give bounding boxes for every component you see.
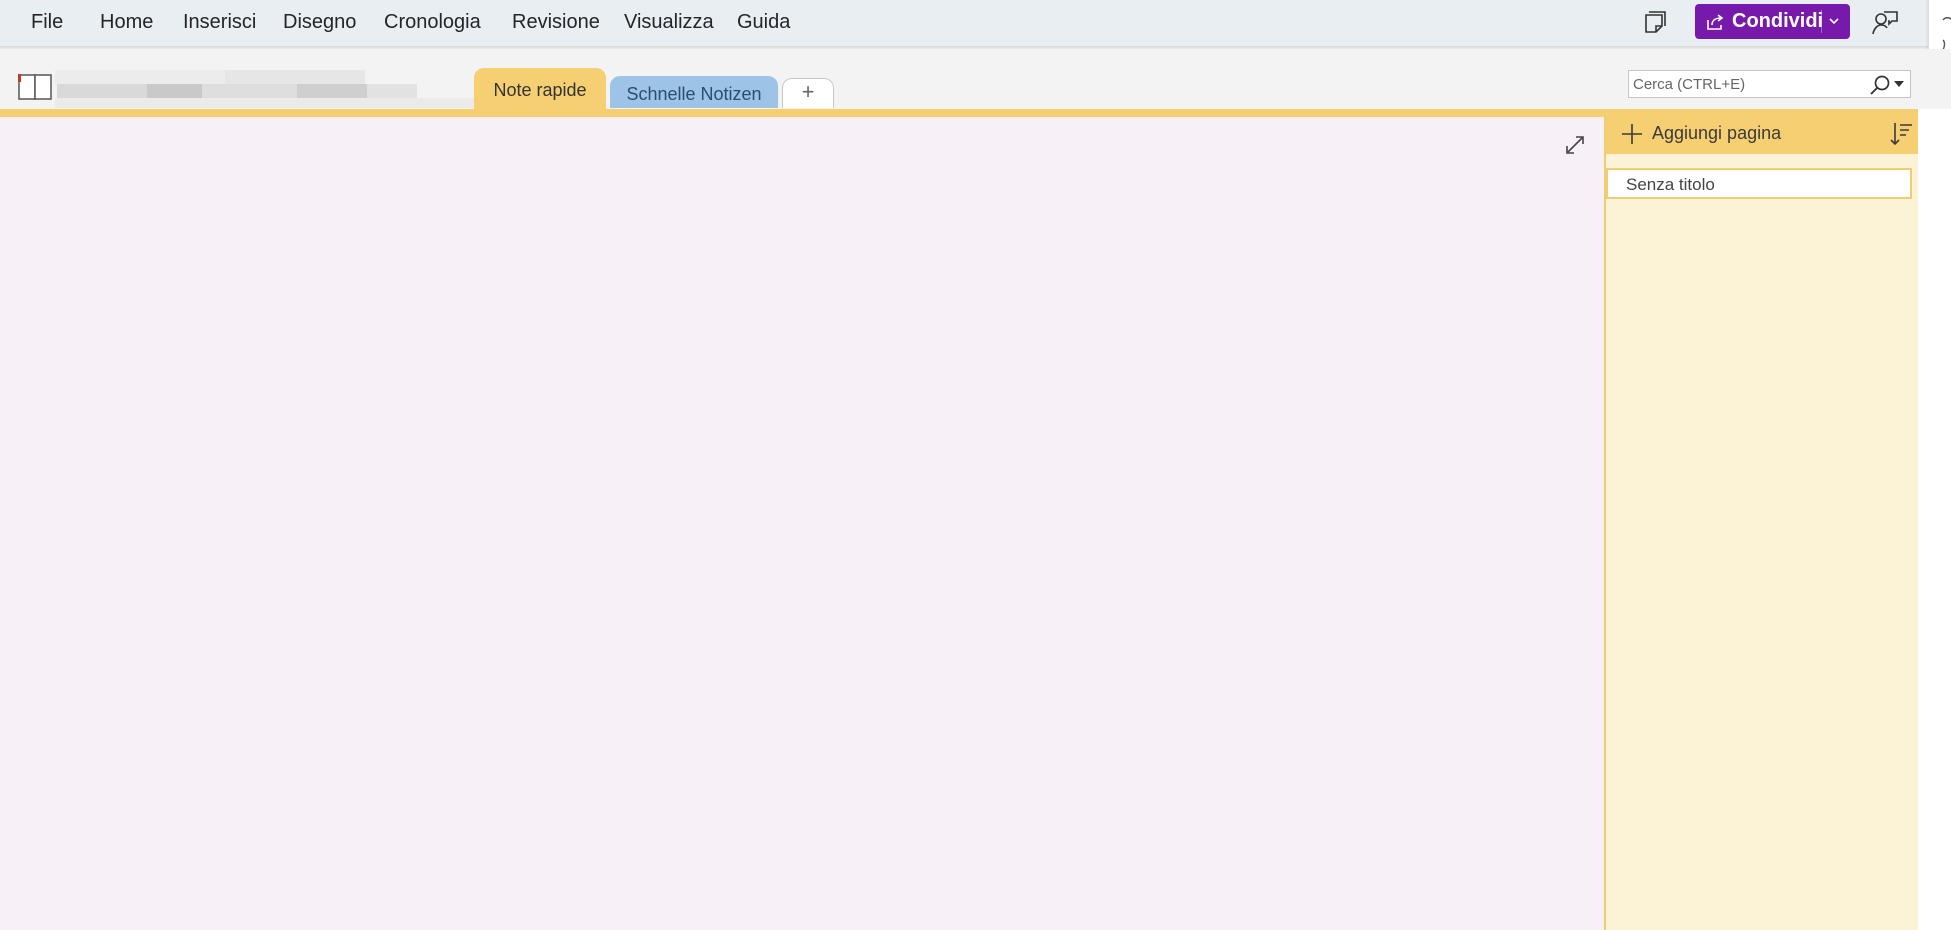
- menu-cronologia[interactable]: Cronologia: [384, 11, 481, 34]
- page-list-pane: Aggiungi pagina Senza titolo: [1604, 114, 1918, 930]
- page-item-label: Senza titolo: [1626, 175, 1715, 194]
- add-page-label: Aggiungi pagina: [1652, 123, 1782, 143]
- search-box: [1628, 70, 1911, 98]
- menu-disegno[interactable]: Disegno: [283, 11, 356, 34]
- sort-icon[interactable]: [1889, 121, 1913, 147]
- search-icon[interactable]: [1869, 74, 1891, 96]
- tab-note-rapide[interactable]: Note rapide: [474, 68, 606, 110]
- page-canvas[interactable]: [0, 117, 1604, 930]
- share-label: Condividi: [1732, 10, 1824, 32]
- tab-schnelle-notizen[interactable]: Schnelle Notizen: [610, 76, 778, 108]
- menu-guida[interactable]: Guida: [737, 11, 790, 34]
- menu-revisione[interactable]: Revisione: [512, 11, 600, 34]
- share-divider: [1821, 10, 1822, 33]
- share-button[interactable]: Condividi: [1695, 4, 1850, 39]
- add-page-button[interactable]: Aggiungi pagina: [1606, 114, 1918, 154]
- page-list: Senza titolo: [1606, 168, 1918, 199]
- feedback-icon[interactable]: [1870, 8, 1900, 38]
- add-section-button[interactable]: +: [782, 78, 834, 108]
- menu-home[interactable]: Home: [100, 11, 153, 34]
- sticky-note-icon[interactable]: [1640, 8, 1670, 38]
- menu-bar: File Home Inserisci Disegno Cronologia R…: [0, 0, 1951, 46]
- search-dropdown-icon[interactable]: [1894, 80, 1904, 88]
- share-icon: [1707, 14, 1724, 30]
- notebook-icon[interactable]: [18, 73, 52, 101]
- sync-icon: [1942, 17, 1951, 51]
- plus-icon: [1622, 124, 1642, 144]
- notebook-name-redacted[interactable]: [55, 70, 475, 110]
- menu-inserisci[interactable]: Inserisci: [183, 11, 256, 34]
- chevron-down-icon[interactable]: [1827, 14, 1841, 28]
- menu-visualizza[interactable]: Visualizza: [624, 11, 714, 34]
- menu-file[interactable]: File: [31, 11, 63, 34]
- expand-icon[interactable]: [1563, 133, 1587, 157]
- page-item[interactable]: Senza titolo: [1606, 168, 1912, 199]
- search-input[interactable]: [1629, 71, 1864, 97]
